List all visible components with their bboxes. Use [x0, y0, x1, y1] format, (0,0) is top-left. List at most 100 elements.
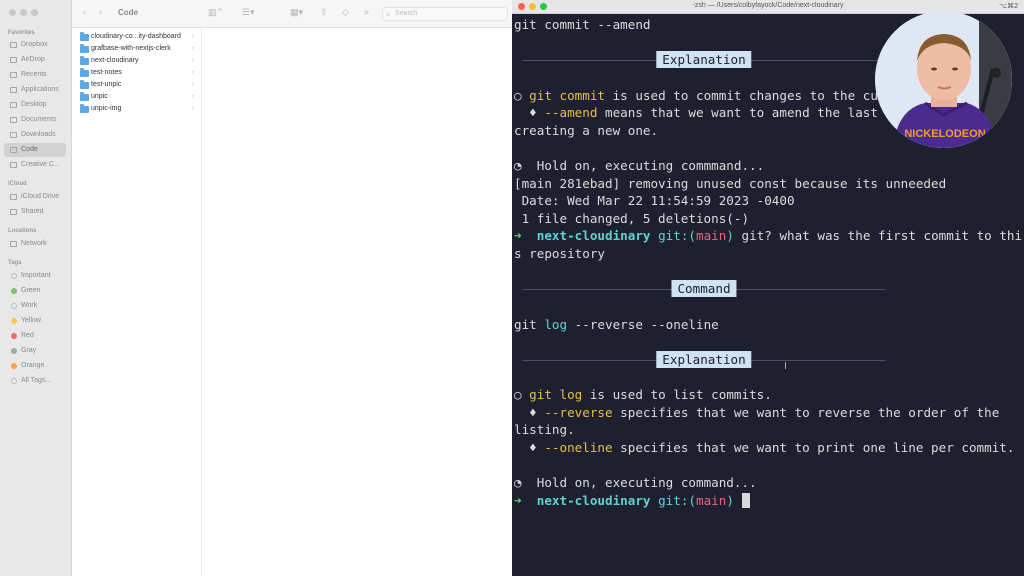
list-item[interactable]: unpic-img › [78, 103, 200, 115]
tag-yellow[interactable]: Yellow [4, 314, 66, 328]
terminal-title: -zsh — /Users/colbyfayock/Code/next-clou… [692, 2, 844, 9]
group-icon[interactable]: ☰▾ [242, 7, 255, 18]
dropbox-icon [10, 42, 17, 48]
close-window-button[interactable] [9, 9, 16, 16]
file-name: unpic [91, 93, 108, 100]
mouse-ibeam-cursor-icon: I [784, 361, 787, 372]
keyword-option: --amend [544, 105, 598, 120]
text-cursor [741, 493, 750, 508]
sidebar-item-downloads[interactable]: Downloads [4, 128, 66, 142]
tag-label: Yellow [21, 317, 41, 324]
terminal-line: s repository [514, 246, 605, 261]
sidebar-item-label: Downloads [21, 131, 56, 138]
sidebar-item-code[interactable]: Code [4, 143, 66, 157]
terminal-line: ◔ Hold on, executing commmand... [514, 157, 1020, 175]
globe-icon [10, 241, 17, 247]
bullet: ♦ [514, 440, 545, 455]
prompt-line[interactable]: ➜ next-cloudinary git:(main) [514, 492, 1020, 510]
sidebar-item-label: AirDrop [21, 56, 45, 63]
list-item[interactable]: test-notes › [78, 67, 200, 79]
tag-icon[interactable]: ◇ [342, 7, 349, 18]
search-placeholder: Search [395, 10, 418, 17]
applications-icon [10, 87, 17, 93]
explanation-text: is used to commit changes to the cur [605, 88, 886, 103]
tag-label: Important [21, 272, 51, 279]
view-mode-icon[interactable]: ▥⌃ [208, 7, 224, 18]
window-title: Code [118, 8, 138, 17]
list-item[interactable]: test-unpic › [78, 79, 200, 91]
sidebar-section-tags: Tags [8, 260, 22, 266]
sidebar-item-applications[interactable]: Applications [4, 83, 66, 97]
bullet: ○ [514, 88, 530, 103]
tag-label: Work [21, 302, 38, 309]
sidebar-item-network[interactable]: Network [4, 237, 66, 251]
tag-gray[interactable]: Gray [4, 344, 66, 358]
sidebar-item-label: Documents [21, 116, 57, 123]
sidebar-item-documents[interactable]: Documents [4, 113, 66, 127]
sidebar-item-creative-cloud[interactable]: Creative C... [4, 158, 66, 172]
tag-green[interactable]: Green [4, 284, 66, 298]
keyword-command: commit [551, 88, 606, 103]
prompt-line: ➜ next-cloudinary git:(main) git? what w… [514, 227, 1022, 245]
desktop-icon [10, 102, 17, 108]
folder-icon [10, 162, 17, 168]
keyword-git: git [529, 387, 552, 402]
sidebar-item-desktop[interactable]: Desktop [4, 98, 66, 112]
prompt-git-close: ) [726, 228, 734, 243]
webcam-overlay: NICKELODEON [875, 11, 1012, 148]
sidebar-item-label: iCloud Drive [21, 193, 60, 200]
tag-dot-icon [11, 318, 17, 324]
folder-icon [80, 44, 89, 53]
search-input[interactable]: ⌕ Search [382, 7, 508, 21]
clock-icon [10, 72, 17, 78]
folder-icon [80, 104, 89, 113]
sidebar-section-favorites: Favorites [8, 30, 35, 36]
prompt-branch: main [696, 228, 727, 243]
cloud-icon [10, 194, 17, 200]
list-item[interactable]: grafbase-with-nextjs-clerk › [78, 43, 200, 55]
file-name: next-cloudinary [91, 57, 139, 64]
list-item[interactable]: cloudinary-co...ity-dashboard › [78, 31, 200, 43]
keyword-git: git [514, 317, 537, 332]
tag-dot-icon [11, 288, 17, 294]
sidebar-item-shared[interactable]: Shared [4, 205, 66, 219]
forward-icon[interactable]: › [99, 7, 102, 17]
tag-orange[interactable]: Orange [4, 359, 66, 373]
terminal-line: ♦ --reverse specifies that we want to re… [514, 404, 1020, 422]
sidebar-item-dropbox[interactable]: Dropbox [4, 38, 66, 52]
chevron-right-icon: › [191, 105, 194, 112]
tag-red[interactable]: Red [4, 329, 66, 343]
tag-label: Orange [21, 362, 45, 369]
zoom-window-button[interactable] [31, 9, 38, 16]
keyword-option: --oneline [544, 440, 613, 455]
share-icon[interactable]: ⇪ [320, 7, 328, 18]
back-icon[interactable]: ‹ [83, 7, 86, 17]
sidebar-item-label: Recents [21, 71, 47, 78]
tag-label: Gray [21, 347, 37, 354]
chevron-right-icon: › [191, 69, 194, 76]
tag-all-tags[interactable]: All Tags... [4, 374, 66, 388]
command-args: --reverse --oneline [567, 317, 719, 332]
bullet: ♦ [514, 405, 545, 420]
sidebar-item-icloud-drive[interactable]: iCloud Drive [4, 190, 66, 204]
sidebar-item-label: Applications [21, 86, 59, 93]
prompt-branch: main [696, 493, 727, 508]
grid-view-icon[interactable]: ▦▾ [290, 7, 303, 18]
chevron-right-icon: › [191, 57, 194, 64]
sidebar-item-recents[interactable]: Recents [4, 68, 66, 82]
sidebar-item-airdrop[interactable]: AirDrop [4, 53, 66, 67]
tag-important[interactable]: Important [4, 269, 66, 283]
bullet: ♦ [514, 105, 545, 120]
document-icon [10, 117, 17, 123]
sidebar-section-locations: Locations [8, 228, 37, 234]
file-name: cloudinary-co...ity-dashboard [91, 33, 181, 40]
minimize-window-button[interactable] [20, 9, 27, 16]
tag-work[interactable]: Work [4, 299, 66, 313]
list-item[interactable]: unpic › [78, 91, 200, 103]
airdrop-icon [10, 57, 17, 63]
sidebar-item-label: Desktop [21, 101, 47, 108]
list-item[interactable]: next-cloudinary › [78, 55, 200, 67]
command-header: Command [522, 280, 886, 298]
more-icon[interactable]: » [364, 7, 369, 17]
tag-label: Green [21, 287, 41, 294]
